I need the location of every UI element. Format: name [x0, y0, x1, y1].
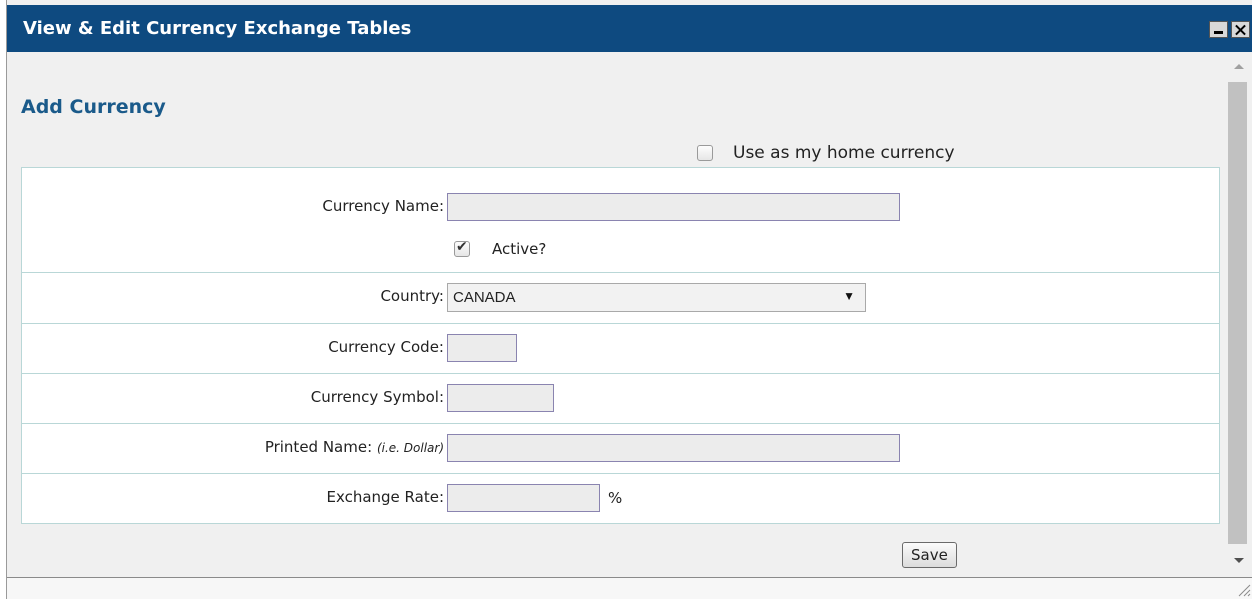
close-button[interactable]	[1231, 21, 1250, 38]
title-bar[interactable]: View & Edit Currency Exchange Tables	[7, 5, 1252, 52]
scroll-down-arrow-icon[interactable]	[1234, 558, 1244, 563]
home-currency-row: Use as my home currency	[697, 142, 955, 164]
printed-name-input[interactable]	[447, 434, 900, 462]
exchange-rate-label: Exchange Rate:	[326, 488, 444, 506]
currency-form-table: Currency Name: Active? Country: CANADA ▼…	[21, 167, 1220, 524]
printed-name-row: Printed Name: (i.e. Dollar)	[22, 424, 1219, 474]
home-currency-checkbox[interactable]	[697, 145, 713, 161]
country-selected-value: CANADA	[453, 289, 516, 306]
currency-symbol-row: Currency Symbol:	[22, 374, 1219, 424]
exchange-rate-input[interactable]	[447, 484, 600, 512]
country-select[interactable]: CANADA ▼	[447, 283, 866, 312]
country-label: Country:	[380, 287, 444, 305]
currency-name-label: Currency Name:	[322, 197, 444, 215]
printed-name-label: Printed Name:	[264, 438, 373, 456]
currency-code-row: Currency Code:	[22, 324, 1219, 374]
percent-unit-label: %	[608, 489, 623, 507]
active-row: Active?	[454, 239, 547, 258]
resize-grip-icon[interactable]	[1235, 581, 1251, 597]
printed-name-label-group: Printed Name: (i.e. Dollar)	[265, 438, 444, 456]
printed-name-hint: (i.e. Dollar)	[376, 441, 444, 455]
currency-symbol-input[interactable]	[447, 384, 554, 412]
active-label: Active?	[492, 240, 547, 258]
save-button[interactable]: Save	[902, 542, 957, 568]
dialog-content: Add Currency Use as my home currency Cur…	[7, 52, 1225, 577]
currency-name-row: Currency Name: Active?	[22, 168, 1219, 273]
currency-name-input[interactable]	[447, 193, 900, 221]
status-bar	[7, 577, 1252, 599]
scroll-up-arrow-icon[interactable]	[1234, 64, 1244, 69]
active-checkbox[interactable]	[454, 239, 470, 257]
scroll-thumb[interactable]	[1228, 82, 1247, 544]
currency-code-label: Currency Code:	[328, 338, 444, 356]
country-row: Country: CANADA ▼	[22, 273, 1219, 324]
section-title: Add Currency	[21, 96, 166, 118]
minimize-button[interactable]	[1209, 21, 1228, 38]
currency-dialog: View & Edit Currency Exchange Tables Add…	[6, 0, 1252, 599]
dropdown-arrow-icon: ▼	[843, 289, 855, 303]
window-title: View & Edit Currency Exchange Tables	[23, 18, 412, 39]
vertical-scrollbar[interactable]	[1225, 52, 1252, 577]
currency-symbol-label: Currency Symbol:	[310, 388, 444, 406]
home-currency-label: Use as my home currency	[733, 143, 955, 163]
currency-code-input[interactable]	[447, 334, 517, 362]
exchange-rate-row: Exchange Rate: %	[22, 474, 1219, 524]
